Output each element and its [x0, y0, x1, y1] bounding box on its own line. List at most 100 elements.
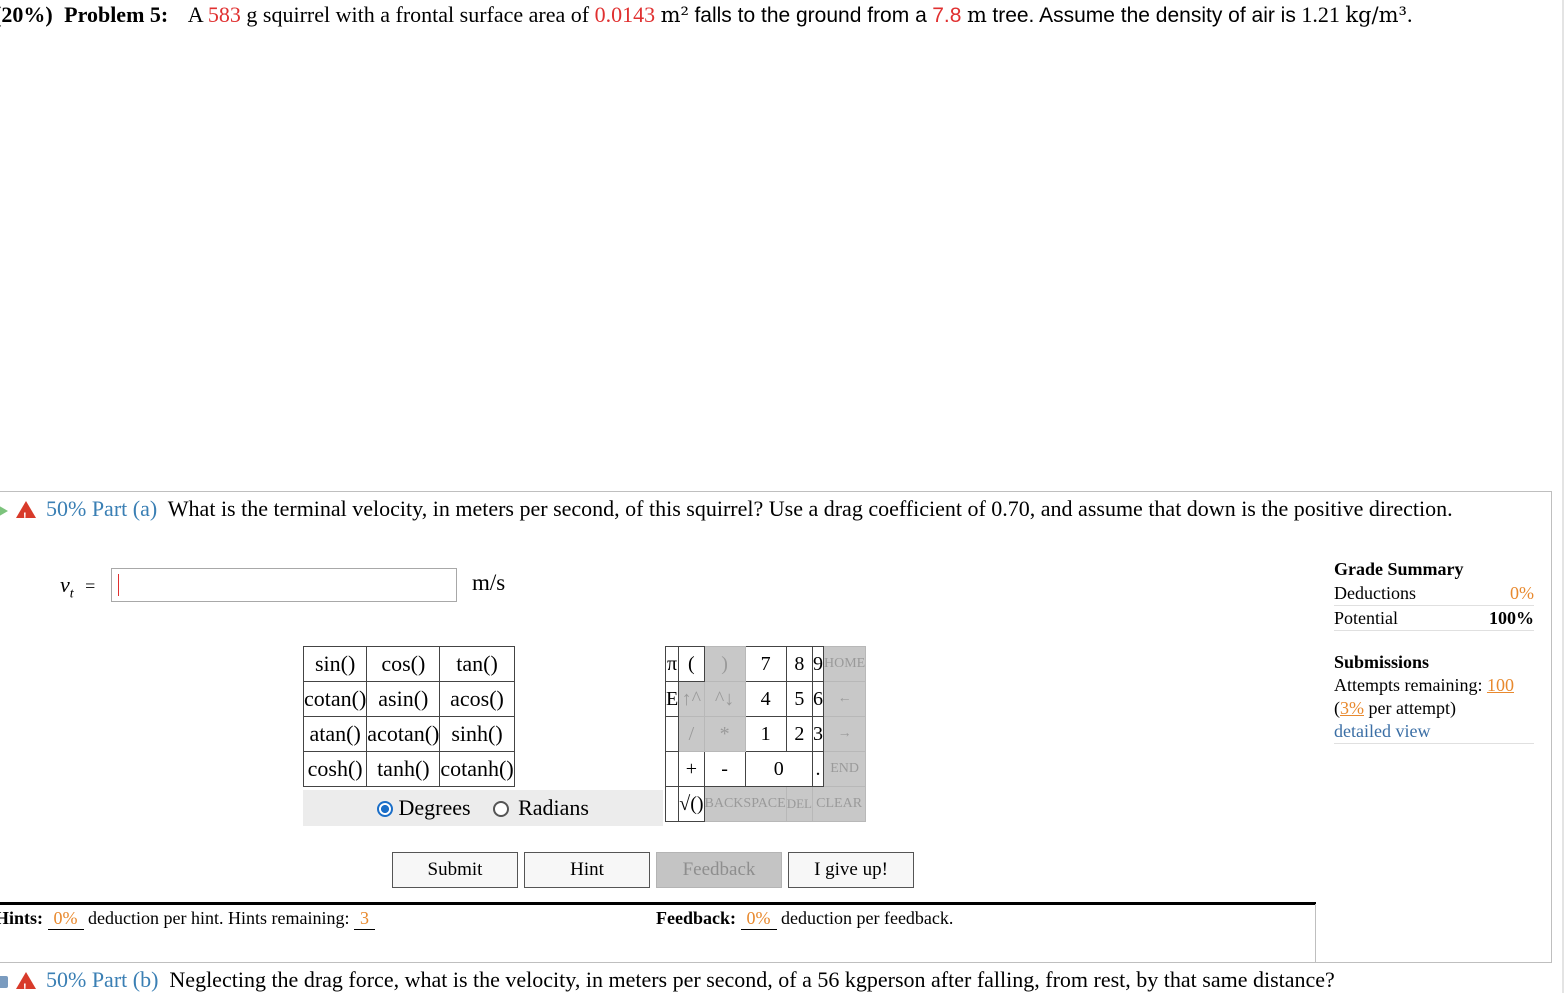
feedback-info: Feedback: 0% deduction per feedback.: [656, 908, 953, 930]
problem-weight: (20%): [0, 2, 53, 27]
key-down: ^↓: [703, 681, 746, 717]
key-clear: CLEAR: [811, 786, 867, 822]
squirrel-mass: 583: [207, 2, 241, 27]
key-6[interactable]: 6: [811, 681, 824, 717]
grade-summary-title: Grade Summary: [1334, 559, 1464, 579]
key-7[interactable]: 7: [744, 646, 787, 682]
submissions-panel: Submissions Attempts remaining: 100 (3% …: [1334, 651, 1534, 744]
key-0[interactable]: 0: [744, 751, 813, 787]
grade-summary: Grade Summary Deductions 0% Potential 10…: [1334, 557, 1534, 631]
deductions-row: Deductions 0%: [1334, 581, 1534, 606]
key-plus[interactable]: +: [678, 751, 705, 787]
air-density: 1.21: [1301, 2, 1340, 27]
part-b-question-2: person after falling, from rest, by that…: [866, 967, 1335, 992]
warning-icon: [16, 972, 36, 1002]
part-b-header: 50% Part (b) Neglecting the drag force, …: [0, 966, 1520, 1002]
key-sin[interactable]: sin(): [302, 646, 368, 682]
key-minus[interactable]: -: [703, 751, 746, 787]
give-up-button[interactable]: I give up!: [788, 852, 914, 888]
key-cotanh[interactable]: cotanh(): [439, 751, 515, 787]
tree-height: 7.8: [932, 4, 962, 27]
collapse-icon[interactable]: [0, 975, 8, 988]
key-3[interactable]: 3: [811, 716, 824, 752]
key-e[interactable]: E: [664, 681, 680, 717]
key-acos[interactable]: acos(): [439, 681, 515, 717]
key-2[interactable]: 2: [785, 716, 813, 752]
key-divide: /: [678, 716, 705, 752]
key-sqrt[interactable]: √(): [678, 786, 705, 822]
key-dot[interactable]: .: [811, 751, 824, 787]
key-tan[interactable]: tan(): [439, 646, 515, 682]
key-left-arrow: ←: [822, 681, 867, 717]
deductions-label: Deductions: [1334, 583, 1416, 603]
answer-input[interactable]: [111, 568, 457, 602]
key-9[interactable]: 9: [811, 646, 824, 682]
problem-text-5: .: [1406, 2, 1413, 27]
key-cos[interactable]: cos(): [366, 646, 441, 682]
hints-info: Hints: 0% deduction per hint. Hints rema…: [0, 908, 375, 930]
key-cosh[interactable]: cosh(): [302, 751, 368, 787]
key-5[interactable]: 5: [785, 681, 813, 717]
hint-button[interactable]: Hint: [524, 852, 650, 888]
part-b-question-1: Neglecting the drag force, what is the v…: [169, 967, 812, 992]
function-keys: sin() cos() tan() cotan() asin() acos() …: [302, 646, 515, 787]
key-end: END: [822, 751, 867, 787]
problem-label: Problem 5:: [64, 2, 169, 27]
key-blank-2: [664, 751, 680, 787]
feedback-button: Feedback: [656, 852, 782, 888]
key-del: DEL: [785, 786, 813, 822]
per-attempt-value: 3%: [1340, 698, 1364, 718]
deductions-value: 0%: [1510, 583, 1534, 603]
key-atan[interactable]: atan(): [302, 716, 368, 752]
key-up: ↑^: [678, 681, 705, 717]
key-right-arrow: →: [822, 716, 867, 752]
attempts-value: 100: [1486, 675, 1514, 695]
density-unit: kg/m³: [1345, 3, 1407, 27]
part-a-header: 50% Part (a) What is the terminal veloci…: [0, 495, 1520, 531]
key-cotan[interactable]: cotan(): [302, 681, 368, 717]
key-4[interactable]: 4: [744, 681, 787, 717]
key-tanh[interactable]: tanh(): [366, 751, 441, 787]
text-caret: [118, 574, 119, 596]
key-8[interactable]: 8: [785, 646, 813, 682]
feedback-label: Feedback:: [656, 908, 736, 928]
key-multiply: *: [703, 716, 746, 752]
expand-arrow-icon[interactable]: [0, 503, 8, 518]
submit-button[interactable]: Submit: [392, 852, 518, 888]
feedback-text: deduction per feedback.: [781, 908, 954, 928]
potential-value: 100%: [1489, 608, 1534, 628]
part-a-label: 50% Part (a): [46, 496, 158, 521]
frontal-area: 0.0143: [594, 2, 656, 27]
answer-unit: m/s: [472, 570, 506, 595]
height-unit: m: [966, 3, 987, 27]
variable-symbol: v: [60, 572, 70, 597]
detailed-view-link[interactable]: detailed view: [1334, 721, 1430, 741]
problem-text-1: A: [187, 2, 203, 27]
detailed-view-row: detailed view: [1334, 720, 1534, 744]
key-acotan[interactable]: acotan(): [366, 716, 441, 752]
hints-label: Hints:: [0, 908, 44, 928]
key-pi[interactable]: π: [664, 646, 680, 682]
key-1[interactable]: 1: [744, 716, 787, 752]
key-backspace: BACKSPACE: [703, 786, 787, 822]
potential-label: Potential: [1334, 608, 1398, 628]
area-unit: m²: [660, 3, 689, 27]
key-asin[interactable]: asin(): [366, 681, 441, 717]
potential-row: Potential 100%: [1334, 606, 1534, 631]
attempts-label: Attempts remaining:: [1334, 675, 1483, 695]
feedback-column-divider: [1315, 904, 1316, 963]
problem-text-4: tree. Assume the density of air is: [992, 4, 1296, 27]
angle-mode-selector: Degrees Radians: [303, 790, 663, 826]
per-attempt-row: (3% per attempt): [1334, 698, 1456, 718]
hints-remaining: 3: [353, 908, 375, 930]
warning-icon: [16, 501, 36, 531]
key-sinh[interactable]: sinh(): [439, 716, 515, 752]
variable-label: vt =: [60, 572, 95, 602]
person-mass: 56: [817, 967, 840, 992]
variable-subscript: t: [69, 586, 74, 602]
problem-text-2: g squirrel with a frontal surface area o…: [246, 2, 590, 27]
per-attempt-label: per attempt): [1368, 698, 1456, 718]
key-open-paren[interactable]: (: [678, 646, 705, 682]
radians-radio[interactable]: [492, 801, 509, 817]
degrees-radio[interactable]: [377, 801, 394, 817]
